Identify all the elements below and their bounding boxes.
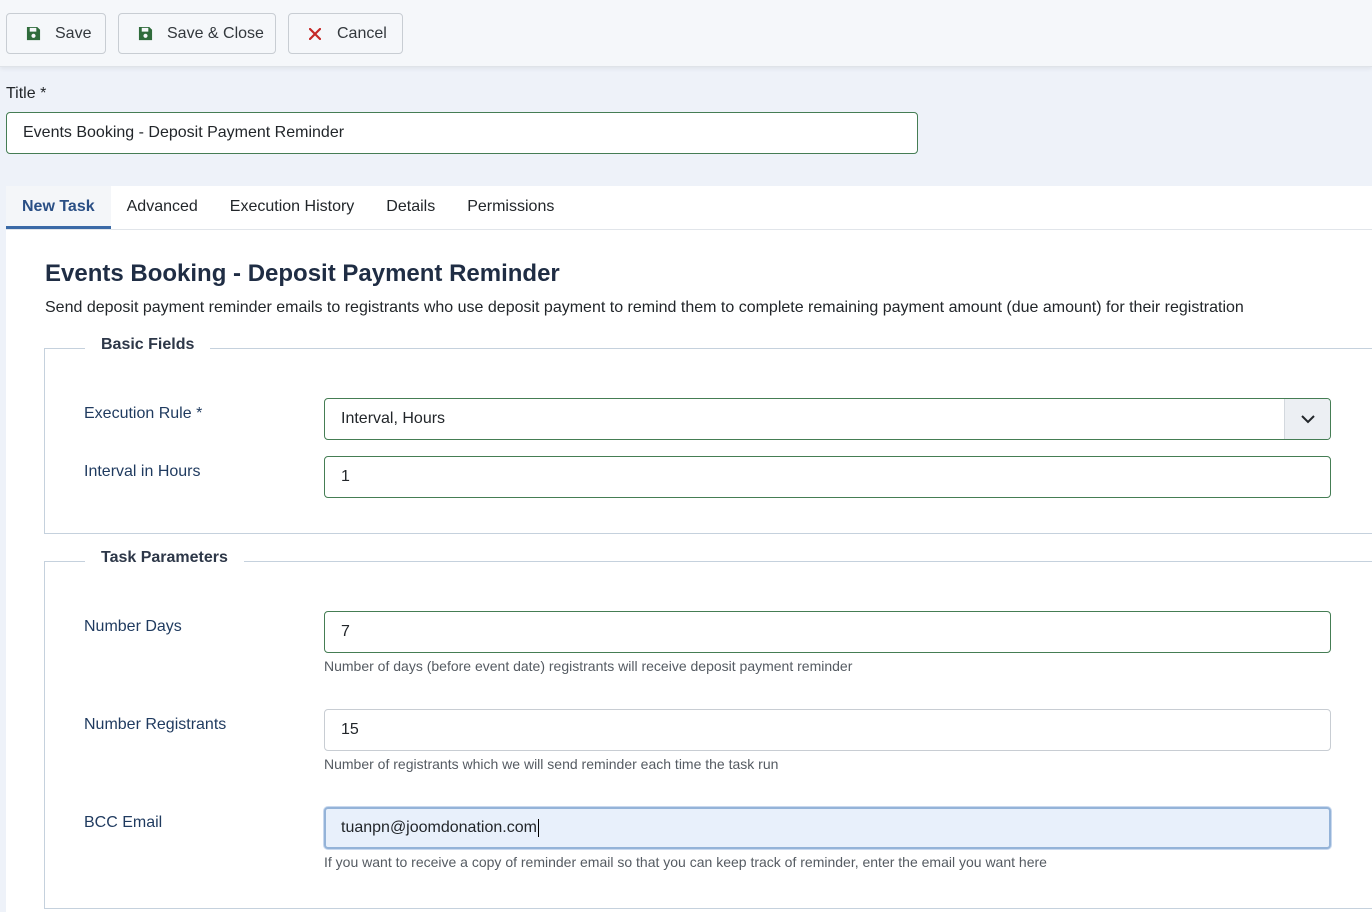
floppy-disk-icon xyxy=(25,26,41,42)
save-button[interactable]: Save xyxy=(6,13,106,54)
chevron-down-icon[interactable] xyxy=(1284,399,1330,439)
title-label: Title * xyxy=(6,85,47,102)
bcc-email-input[interactable]: tuanpn@joomdonation.com xyxy=(324,807,1331,849)
cancel-label: Cancel xyxy=(337,24,387,42)
tab-advanced[interactable]: Advanced xyxy=(111,186,214,229)
task-parameters-fieldset: Task Parameters Number Days 7 Number of … xyxy=(44,549,1372,909)
tab-permissions[interactable]: Permissions xyxy=(451,186,570,229)
number-days-help: Number of days (before event date) regis… xyxy=(324,658,853,674)
task-panel: New Task Advanced Execution History Deta… xyxy=(6,186,1372,912)
title-input[interactable]: Events Booking - Deposit Payment Reminde… xyxy=(6,112,918,154)
execution-rule-label: Execution Rule * xyxy=(84,405,203,422)
close-icon xyxy=(307,26,323,42)
save-close-label: Save & Close xyxy=(167,24,264,42)
save-label: Save xyxy=(55,24,92,42)
task-parameters-legend: Task Parameters xyxy=(85,549,244,567)
basic-fields-fieldset: Basic Fields Execution Rule * Interval, … xyxy=(44,336,1372,534)
basic-fields-legend: Basic Fields xyxy=(85,336,211,354)
text-cursor xyxy=(537,818,539,837)
number-registrants-help: Number of registrants which we will send… xyxy=(324,756,779,772)
bcc-email-value: tuanpn@joomdonation.com xyxy=(341,819,537,836)
tab-details[interactable]: Details xyxy=(370,186,451,229)
tab-new-task[interactable]: New Task xyxy=(6,186,111,229)
interval-hours-input[interactable]: 1 xyxy=(324,456,1331,498)
number-days-input[interactable]: 7 xyxy=(324,611,1331,653)
bcc-email-help: If you want to receive a copy of reminde… xyxy=(324,854,1047,870)
tab-bar: New Task Advanced Execution History Deta… xyxy=(6,186,1372,230)
toolbar: Save Save & Close Cancel xyxy=(0,0,1372,67)
interval-hours-label: Interval in Hours xyxy=(84,463,201,480)
floppy-disk-icon xyxy=(137,26,153,42)
task-title: Events Booking - Deposit Payment Reminde… xyxy=(45,260,560,287)
execution-rule-value: Interval, Hours xyxy=(341,410,446,427)
number-registrants-label: Number Registrants xyxy=(84,716,227,733)
number-registrants-input[interactable]: 15 xyxy=(324,709,1331,751)
task-description: Send deposit payment reminder emails to … xyxy=(45,299,1244,316)
number-days-label: Number Days xyxy=(84,618,182,635)
save-and-close-button[interactable]: Save & Close xyxy=(118,13,276,54)
tab-execution-history[interactable]: Execution History xyxy=(214,186,371,229)
execution-rule-select[interactable]: Interval, Hours xyxy=(324,398,1331,440)
bcc-email-label: BCC Email xyxy=(84,814,163,831)
cancel-button[interactable]: Cancel xyxy=(288,13,403,54)
